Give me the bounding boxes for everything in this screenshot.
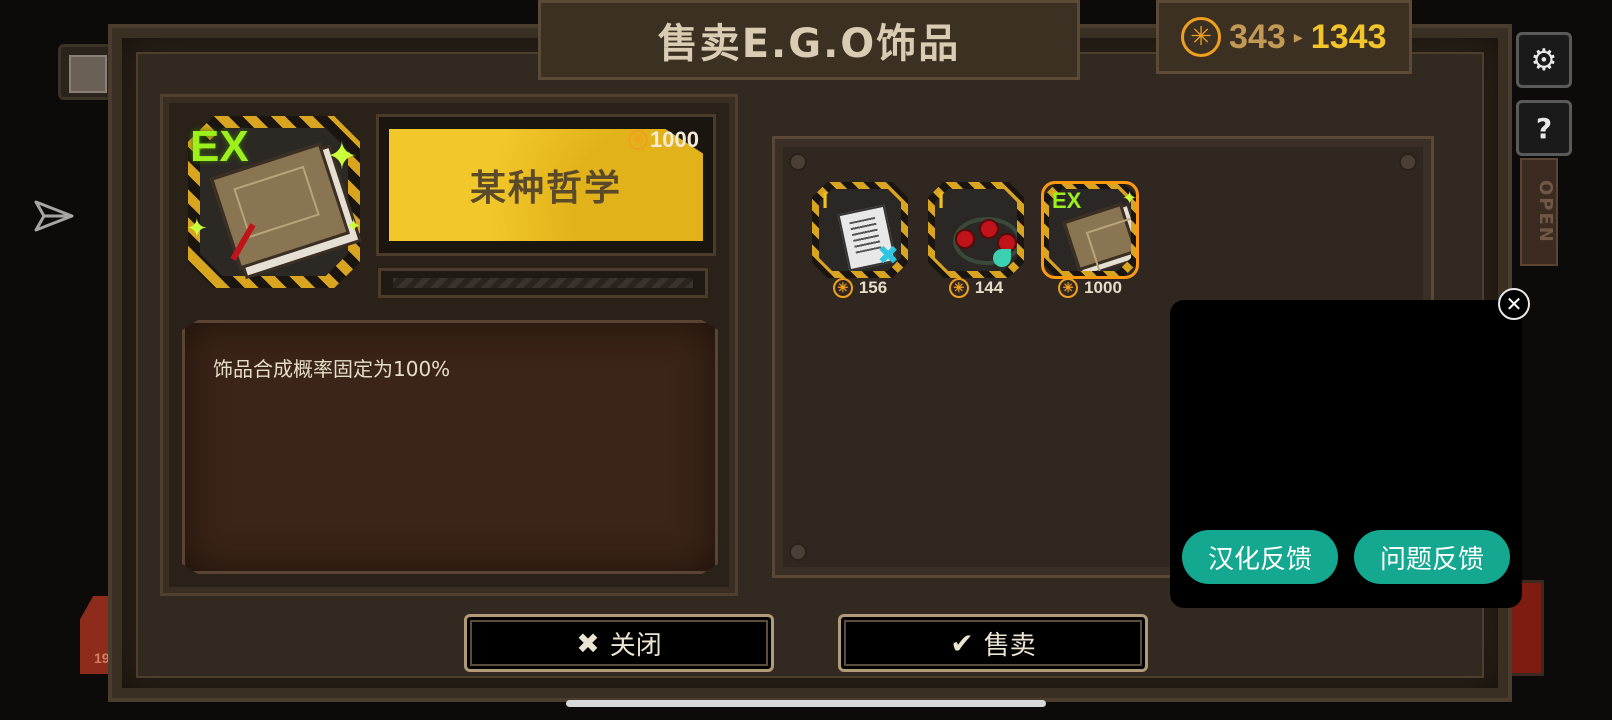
slot-price-value: 144 — [974, 278, 1004, 297]
coin-icon: ✳ — [1058, 278, 1079, 298]
close-button[interactable]: ✖ 关闭 — [464, 614, 774, 672]
teal-leaf-gem-icon — [993, 249, 1011, 267]
close-label: 关闭 — [609, 630, 662, 661]
coins-before: 343 — [1229, 17, 1286, 56]
sparkle-icon: ✦ — [1122, 188, 1138, 209]
slot-price: ✳ 144 — [928, 278, 1024, 298]
coin-icon: ✳ — [628, 130, 649, 150]
slot-grade: I — [822, 188, 829, 213]
slot-grade: EX — [1052, 188, 1082, 213]
slot-price: ✳ 156 — [812, 278, 908, 298]
item-name-plate: 某种哲学 ✳ 1000 — [376, 114, 716, 256]
help-icon: ? — [1535, 111, 1553, 145]
close-icon: ✕ — [1505, 292, 1523, 316]
item-description-box: 饰品合成概率固定为100% — [182, 320, 718, 574]
slot-price: ✳ 1000 — [1042, 278, 1138, 298]
settings-button[interactable]: ⚙ — [1516, 32, 1572, 88]
help-button[interactable]: ? — [1516, 100, 1572, 156]
open-sign: OPEN — [1520, 158, 1558, 266]
rose — [979, 219, 999, 239]
blue-star-gem-icon: ✖ — [877, 241, 899, 271]
sparkle-icon: ✦ — [346, 216, 362, 237]
coin-balance: ✳ 343 ▸ 1343 — [1156, 0, 1412, 74]
overlay-close-button[interactable]: ✕ — [1498, 288, 1530, 320]
dialog-title: 售卖E.G.O饰品 — [657, 21, 961, 67]
gear-icon: ⚙ — [1530, 42, 1558, 78]
screw — [789, 543, 807, 561]
crate-tab[interactable] — [58, 44, 114, 100]
coins-arrow: ▸ — [1293, 26, 1303, 48]
home-indicator[interactable] — [566, 700, 1046, 707]
sparkle-icon: ✦ — [326, 134, 358, 178]
ex-grade-badge: EX — [190, 122, 249, 171]
sell-label: 售卖 — [983, 630, 1036, 661]
checkmark-icon: ✔ — [950, 626, 974, 660]
slot-inner — [935, 189, 1017, 271]
screw — [1399, 153, 1417, 171]
rose — [955, 229, 975, 249]
level-bar-track — [393, 278, 693, 288]
crate-icon — [69, 55, 107, 93]
coins-after: 1343 — [1310, 17, 1387, 56]
slot-price-value: 1000 — [1084, 278, 1122, 297]
send-arrow-icon[interactable] — [34, 196, 74, 236]
item-level-bar — [378, 268, 708, 298]
screw — [789, 153, 807, 171]
title-plate: 售卖E.G.O饰品 — [538, 0, 1080, 80]
item-price-value: 1000 — [650, 127, 699, 152]
item-price: ✳ 1000 — [628, 127, 699, 153]
coin-icon: ✳ — [948, 278, 969, 298]
slot-inner: ✖ — [819, 189, 901, 271]
sparkle-icon: ✦ — [186, 214, 208, 244]
localization-feedback-button[interactable]: 汉化反馈 — [1182, 530, 1338, 584]
slot-price-value: 156 — [858, 278, 888, 297]
coin-icon: ✳ — [832, 278, 853, 298]
item-description: 饰品合成概率固定为100% — [213, 357, 451, 381]
sell-button[interactable]: ✔ 售卖 — [838, 614, 1148, 672]
close-icon: ✖ — [576, 626, 600, 660]
coin-icon: ✳ — [1181, 17, 1221, 57]
item-name: 某种哲学 — [469, 168, 622, 209]
slot-grade: I — [938, 188, 945, 213]
issue-feedback-button[interactable]: 问题反馈 — [1354, 530, 1510, 584]
